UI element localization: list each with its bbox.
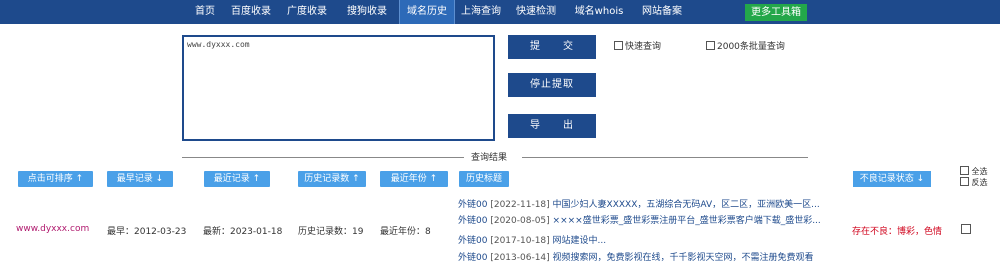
nav-whois[interactable]: 域名whois (570, 0, 628, 24)
nav-fast-check[interactable]: 快速检测 (508, 0, 564, 24)
select-all-label[interactable]: 全选 (972, 167, 988, 176)
sort-domain-button[interactable]: 点击可排序 ↑ (18, 171, 93, 187)
domain-input[interactable] (182, 35, 495, 141)
row-latest: 最新：2023-01-18 (203, 227, 283, 237)
select-controls: 全选 反选 (960, 166, 988, 188)
row-years: 最近年份：8 (380, 227, 431, 237)
sort-count-button[interactable]: 历史记录数 ↑ (298, 171, 366, 187)
invert-selection-label[interactable]: 反选 (972, 178, 988, 187)
history-entry[interactable]: 外链00 [2013-06-14] 视频搜索网，免费影视在线，千千影视天空网，不… (458, 250, 814, 263)
row-status-warning: 存在不良：博彩，色情 (852, 227, 943, 237)
select-all-checkbox[interactable] (960, 166, 969, 175)
submit-button[interactable]: 提 交 (508, 35, 596, 59)
history-entry[interactable]: 外链00 [2022-11-18] 中国少妇人妻XXXXX，五湖综合无码AV，区… (458, 197, 820, 210)
history-title[interactable]: 视频搜索网，免费影视在线，千千影视天空网，不需注册免费观看 (553, 253, 814, 263)
nav-query[interactable]: 上海查询 (458, 0, 504, 24)
nav-domain-history[interactable]: 域名历史 (399, 0, 455, 24)
history-entry[interactable]: 外链00 [2017-10-18] 网站建设中... (458, 233, 606, 246)
sort-earliest-button[interactable]: 最早记录 ↓ (107, 171, 173, 187)
bulk-query-checkbox[interactable] (706, 41, 715, 50)
results-heading: 查询结果 (471, 153, 508, 163)
sort-years-button[interactable]: 最近年份 ↑ (380, 171, 448, 187)
nav-icp[interactable]: 网站备案 (633, 0, 691, 24)
sort-status-button[interactable]: 不良记录状态 ↓ (853, 171, 931, 187)
history-title[interactable]: 网站建设中... (553, 236, 607, 246)
history-date: [2020-08-05] (490, 216, 550, 226)
history-date: [2022-11-18] (490, 200, 550, 210)
stop-button[interactable]: 停止提取 (508, 73, 596, 97)
nav-sogou-index[interactable]: 搜狗收录 (338, 0, 396, 24)
top-nav: 首页 百度收录 广度收录 搜狗收录 域名历史 上海查询 快速检测 域名whois… (0, 0, 1000, 24)
invert-selection-checkbox[interactable] (960, 177, 969, 186)
history-date: [2013-06-14] (490, 253, 550, 263)
row-earliest: 最早：2012-03-23 (107, 227, 187, 237)
nav-wide-index[interactable]: 广度收录 (278, 0, 336, 24)
history-title[interactable]: ××××盛世彩票_盛世彩票注册平台_盛世彩票客户端下载_盛世彩... (553, 216, 821, 226)
history-entry[interactable]: 外链00 [2020-08-05] ××××盛世彩票_盛世彩票注册平台_盛世彩票… (458, 213, 821, 226)
history-prefix: 外链00 (458, 236, 488, 246)
more-tools-button[interactable]: 更多工具箱 (745, 4, 807, 21)
sort-latest-button[interactable]: 最近记录 ↑ (204, 171, 270, 187)
row-count: 历史记录数：19 (298, 227, 364, 237)
nav-home[interactable]: 首页 (182, 0, 228, 24)
bulk-query-option[interactable]: 2000条批量查询 (706, 41, 785, 53)
row-checkbox[interactable] (961, 224, 971, 234)
fast-query-checkbox[interactable] (614, 41, 623, 50)
row-domain-link[interactable]: www.dyxxx.com (16, 224, 89, 234)
fast-query-option[interactable]: 快速查询 (614, 41, 661, 53)
export-button[interactable]: 导 出 (508, 114, 596, 138)
fast-query-label: 快速查询 (625, 42, 662, 52)
history-prefix: 外链00 (458, 200, 488, 210)
history-titles-button[interactable]: 历史标题 (459, 171, 509, 187)
history-prefix: 外链00 (458, 216, 488, 226)
divider-left (182, 157, 464, 158)
history-title[interactable]: 中国少妇人妻XXXXX，五湖综合无码AV，区二区，亚洲欧美一区... (553, 200, 820, 210)
divider-right (522, 157, 808, 158)
history-date: [2017-10-18] (490, 236, 550, 246)
nav-baidu-index[interactable]: 百度收录 (228, 0, 274, 24)
bulk-query-label: 2000条批量查询 (717, 42, 785, 52)
history-prefix: 外链00 (458, 253, 488, 263)
